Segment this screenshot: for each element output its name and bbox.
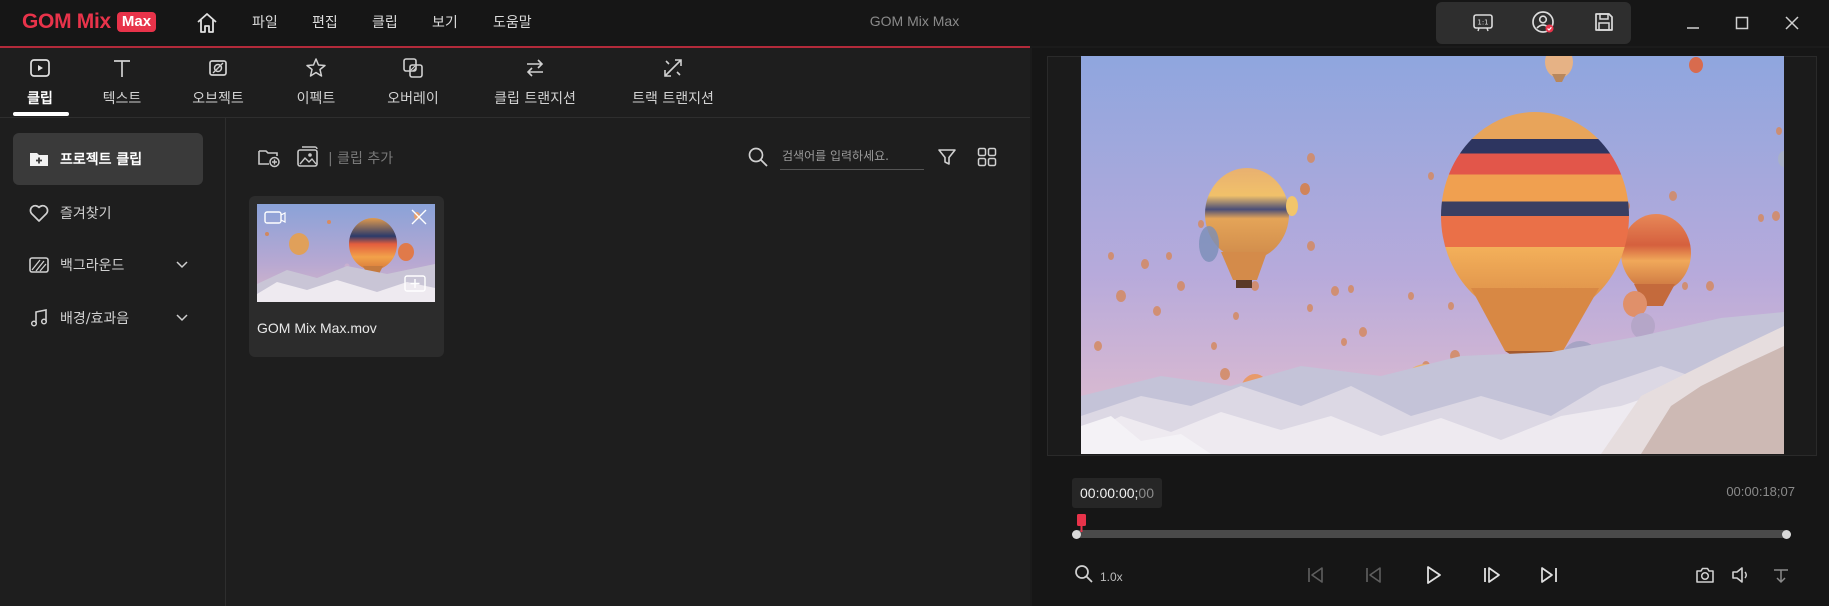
minimize-icon: [1687, 27, 1699, 29]
project-folder-icon: [27, 147, 51, 171]
video-preview[interactable]: [1081, 56, 1784, 454]
seek-bar[interactable]: [1074, 530, 1788, 538]
sidebar-item-label: 배경/효과음: [60, 311, 130, 327]
camera-icon: [1696, 567, 1714, 583]
aspect-ratio-button[interactable]: 1:1: [1470, 9, 1496, 35]
add-folder-button[interactable]: [256, 144, 282, 170]
tab-label: 클립 트랜지션: [494, 91, 576, 107]
close-icon: [1785, 16, 1799, 30]
total-duration: 00:00:18;07: [1726, 484, 1795, 499]
current-time-frames: 00: [1138, 485, 1154, 501]
save-project-button[interactable]: [1591, 9, 1617, 35]
text-icon: [114, 60, 130, 77]
maximize-icon: [1735, 16, 1749, 30]
tab-track-transition[interactable]: 트랙 트랜지션: [613, 50, 733, 116]
go-to-start-button[interactable]: [1302, 562, 1328, 588]
account-icon: [1532, 11, 1554, 33]
export-icon: [1774, 569, 1788, 584]
chevron-down-icon[interactable]: [173, 255, 191, 273]
previous-frame-icon: [1366, 567, 1381, 583]
sidebar-item-background[interactable]: 백그라운드: [13, 239, 203, 291]
grid-icon: [977, 147, 997, 167]
speaker-icon: [1732, 567, 1747, 583]
zoom-icon: [1075, 565, 1093, 583]
next-frame-icon: [1484, 567, 1500, 583]
zoom-button[interactable]: [1073, 563, 1095, 585]
image-icon: [297, 146, 318, 167]
add-folder-icon: [258, 150, 280, 168]
play-button[interactable]: [1420, 562, 1446, 588]
filter-button[interactable]: [934, 144, 960, 170]
seek-bar-end-handle[interactable]: [1782, 530, 1791, 539]
sidebar-item-label: 즐겨찾기: [60, 206, 112, 222]
tab-label: 오버레이: [387, 91, 439, 107]
go-to-end-button[interactable]: [1536, 562, 1562, 588]
overlay-icon: [403, 58, 423, 78]
maximize-button[interactable]: [1729, 10, 1755, 36]
sidebar-item-label: 프로젝트 클립: [60, 152, 143, 168]
skip-to-end-icon: [1541, 567, 1557, 583]
next-frame-button[interactable]: [1478, 562, 1504, 588]
skip-to-start-icon: [1308, 567, 1323, 583]
clip-name: GOM Mix Max.mov: [257, 320, 377, 336]
sidebar-item-favorites[interactable]: 즐겨찾기: [13, 187, 203, 239]
divider: [225, 118, 226, 606]
zoom-level: 1.0x: [1100, 570, 1123, 584]
object-icon: [209, 60, 227, 76]
close-button[interactable]: [1779, 10, 1805, 36]
current-time: 00:00:00; 00: [1072, 478, 1162, 508]
divider: [0, 117, 1030, 118]
volume-button[interactable]: [1728, 562, 1754, 588]
filter-icon: [938, 149, 956, 165]
aspect-ratio-label: 1:1: [1477, 19, 1488, 27]
minimize-button[interactable]: [1680, 10, 1706, 36]
export-button[interactable]: [1768, 562, 1794, 588]
chevron-down-icon[interactable]: [173, 308, 191, 326]
active-tab-indicator: [13, 112, 69, 116]
grid-view-button[interactable]: [974, 144, 1000, 170]
add-clip-label[interactable]: | 클립 추가: [328, 148, 393, 168]
search-icon[interactable]: [746, 145, 770, 169]
clip-card[interactable]: GOM Mix Max.mov: [249, 196, 444, 357]
clip-transition-icon: [526, 59, 544, 77]
search-input[interactable]: [780, 143, 924, 170]
snapshot-button[interactable]: [1692, 562, 1718, 588]
music-icon: [27, 306, 51, 330]
play-icon: [1427, 566, 1441, 584]
aspect-ratio-icon: 1:1: [1473, 14, 1493, 32]
tab-label: 트랙 트랜지션: [632, 91, 714, 107]
current-time-value: 00:00:00;: [1080, 485, 1139, 501]
tab-clip-transition[interactable]: 클립 트랜지션: [475, 50, 595, 116]
effect-icon: [306, 58, 326, 77]
clip-icon: [30, 59, 50, 77]
heart-icon: [27, 201, 51, 225]
account-button[interactable]: [1530, 9, 1556, 35]
sidebar-item-label: 백그라운드: [60, 258, 125, 274]
previous-frame-button[interactable]: [1361, 562, 1387, 588]
sidebar-item-project-clip[interactable]: 프로젝트 클립: [13, 133, 203, 185]
playhead[interactable]: [1077, 514, 1086, 532]
sidebar-item-music[interactable]: 배경/효과음: [13, 292, 203, 344]
track-transition-icon: [664, 59, 682, 77]
add-media-button[interactable]: [295, 144, 321, 170]
tab-overlay[interactable]: 오버레이: [353, 50, 473, 116]
background-icon: [27, 253, 51, 277]
clip-thumbnail: [257, 204, 435, 302]
save-icon: [1595, 13, 1613, 31]
